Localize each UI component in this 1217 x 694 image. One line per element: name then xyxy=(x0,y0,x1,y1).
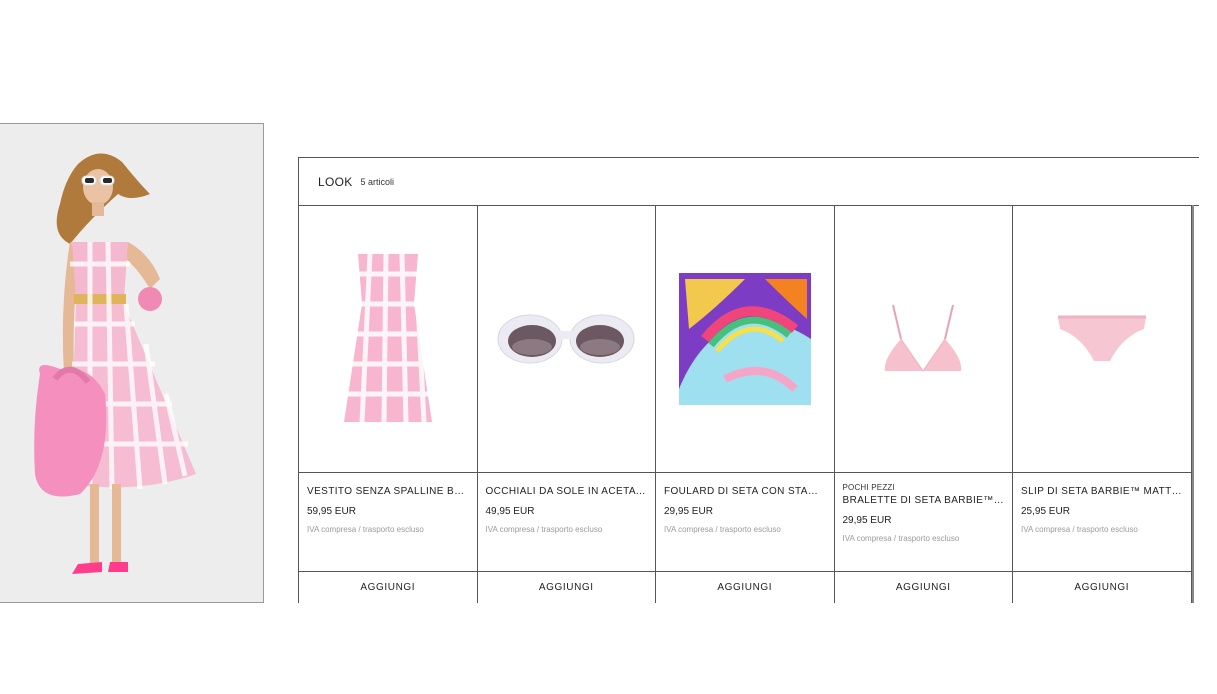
look-panel: LOOK 5 articoli VESTITO SENZA SPALLINE B… xyxy=(298,157,1199,603)
product-info: SLIP DI SETA BARBIE™ MATTEL 25,95 EUR IV… xyxy=(1013,473,1191,572)
add-to-cart-button[interactable]: AGGIUNGI xyxy=(835,572,1013,603)
pink-gingham-dress-icon xyxy=(343,253,432,423)
product-tag: POCHI PEZZI xyxy=(842,483,895,492)
product-price: 29,95 EUR xyxy=(842,515,892,526)
product-price: 59,95 EUR xyxy=(307,506,356,517)
product-info: VESTITO SENZA SPALLINE BA... 59,95 EUR I… xyxy=(299,473,477,572)
add-to-cart-button[interactable]: AGGIUNGI xyxy=(299,572,477,603)
add-to-cart-button[interactable]: AGGIUNGI xyxy=(478,572,656,603)
white-sunglasses-icon xyxy=(497,314,635,364)
add-to-cart-button[interactable]: AGGIUNGI xyxy=(1013,572,1191,603)
product-image-scarf[interactable] xyxy=(656,206,834,473)
product-image-bralette[interactable] xyxy=(834,206,1012,473)
pink-silk-briefs-icon xyxy=(1057,315,1146,361)
product-card[interactable]: OCCHIALI DA SOLE IN ACETA... 49,95 EUR I… xyxy=(477,206,656,603)
look-title: LOOK xyxy=(318,174,353,189)
product-image-sunglasses[interactable] xyxy=(477,206,655,473)
product-name[interactable]: BRALETTE DI SETA BARBIE™ ... xyxy=(843,495,1005,506)
product-name[interactable]: SLIP DI SETA BARBIE™ MATTEL xyxy=(1021,486,1183,497)
product-name[interactable]: VESTITO SENZA SPALLINE BA... xyxy=(307,486,469,497)
product-card[interactable]: FOULARD DI SETA CON STAM... 29,95 EUR IV… xyxy=(656,206,835,603)
pink-silk-bralette-icon xyxy=(885,304,962,372)
product-image-briefs[interactable] xyxy=(1013,206,1191,473)
product-info: POCHI PEZZI BRALETTE DI SETA BARBIE™ ...… xyxy=(834,473,1012,572)
product-price: 49,95 EUR xyxy=(485,506,535,517)
product-price: 25,95 EUR xyxy=(1021,506,1070,517)
look-item-count: 5 articoli xyxy=(360,176,395,187)
product-tax-note: IVA compresa / trasporto escluso xyxy=(307,525,424,534)
next-card-edge xyxy=(1192,205,1194,603)
product-list: VESTITO SENZA SPALLINE BA... 59,95 EUR I… xyxy=(299,206,1192,603)
product-card[interactable]: VESTITO SENZA SPALLINE BA... 59,95 EUR I… xyxy=(299,206,478,603)
printed-silk-scarf-icon xyxy=(678,273,811,405)
product-info: FOULARD DI SETA CON STAM... 29,95 EUR IV… xyxy=(656,473,834,572)
product-tax-note: IVA compresa / trasporto escluso xyxy=(842,534,960,543)
product-image-dress[interactable] xyxy=(299,206,477,473)
add-to-cart-button[interactable]: AGGIUNGI xyxy=(656,572,834,603)
product-tax-note: IVA compresa / trasporto escluso xyxy=(1021,525,1138,534)
product-tax-note: IVA compresa / trasporto escluso xyxy=(664,525,781,534)
product-card[interactable]: POCHI PEZZI BRALETTE DI SETA BARBIE™ ...… xyxy=(834,206,1013,603)
product-name[interactable]: OCCHIALI DA SOLE IN ACETA... xyxy=(486,486,648,497)
look-header: LOOK 5 articoli xyxy=(299,158,1199,206)
product-tax-note: IVA compresa / trasporto escluso xyxy=(485,525,603,534)
product-info: OCCHIALI DA SOLE IN ACETA... 49,95 EUR I… xyxy=(477,473,655,572)
product-card[interactable]: SLIP DI SETA BARBIE™ MATTEL 25,95 EUR IV… xyxy=(1013,206,1192,603)
product-price: 29,95 EUR xyxy=(664,506,713,517)
product-name[interactable]: FOULARD DI SETA CON STAM... xyxy=(664,486,826,497)
look-model-photo xyxy=(0,123,264,603)
